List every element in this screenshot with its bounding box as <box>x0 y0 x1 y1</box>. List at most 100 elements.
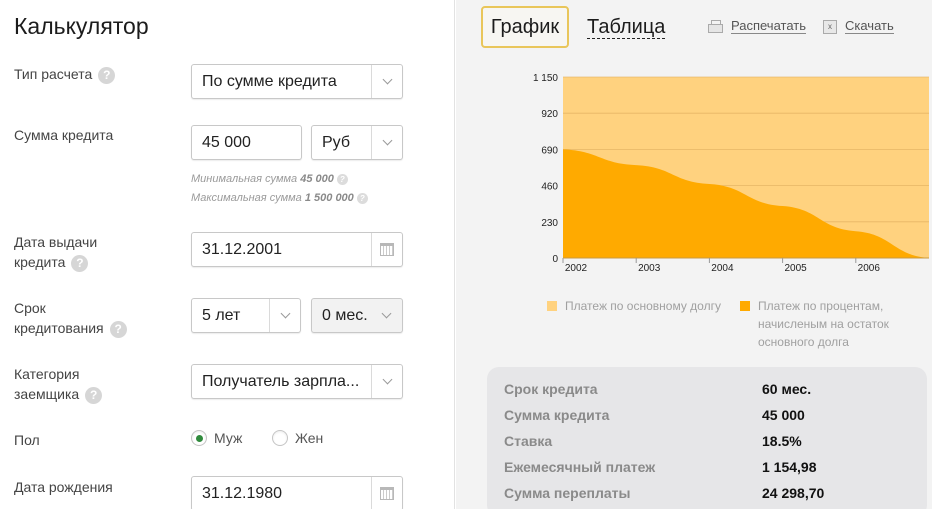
term-months-select[interactable]: 0 мес. <box>311 298 403 333</box>
y-tick-label: 920 <box>541 109 558 120</box>
gender-female-label: Жен <box>295 430 324 446</box>
calendar-icon <box>380 487 394 500</box>
legend-label-principal: Платеж по основному долгу <box>565 299 721 313</box>
summary-row: Сумма переплаты 24 298,70 <box>504 485 824 501</box>
max-amount-value: 1 500 000 <box>304 192 354 204</box>
summary-row: Ставка 18.5% <box>504 433 802 449</box>
help-icon[interactable]: ? <box>98 66 116 84</box>
radio-dot <box>195 434 203 442</box>
term-months-value: 0 мес. <box>322 306 368 324</box>
help-icon[interactable]: ? <box>356 192 368 204</box>
min-amount-text: Минимальная сумма <box>191 173 298 185</box>
loan-summary: Срок кредита 60 мес. Сумма кредита 45 000 … <box>487 367 927 509</box>
loan-calculator-page: Калькулятор Тип расчета? По сумме кредит… <box>0 0 932 509</box>
legend-item-principal: Платеж по основному долгу <box>547 297 721 315</box>
tab-chart[interactable]: График <box>481 6 569 48</box>
summary-label: Сумма кредита <box>504 407 610 423</box>
category-dropdown-button[interactable] <box>371 365 402 398</box>
issue-date-label-line2: кредита <box>14 254 66 270</box>
legend-label-interest-1: Платеж по процентам, <box>758 299 884 313</box>
legend-label-interest-2: начисленым на остаток <box>758 317 889 331</box>
term-years-dropdown-button[interactable] <box>269 299 300 332</box>
gender-male-label: Муж <box>214 430 243 446</box>
results-panel: График Таблица Распечатать x Скачать 0 23… <box>456 0 932 509</box>
print-label: Распечатать <box>731 18 807 34</box>
gender-radio-male[interactable]: Муж <box>191 430 242 446</box>
currency-dropdown-button[interactable] <box>371 126 402 159</box>
issue-date-calendar-button[interactable] <box>371 233 402 266</box>
legend-label-interest-3: основного долга <box>758 335 849 349</box>
y-tick-label: 690 <box>541 145 558 156</box>
legend-swatch-interest <box>740 300 750 311</box>
summary-row: Срок кредита 60 мес. <box>504 381 811 397</box>
summary-value: 24 298,70 <box>762 485 825 501</box>
currency-value: Руб <box>322 133 351 151</box>
max-amount-hint: Максимальная сумма 1 500 000? <box>191 192 368 204</box>
chevron-down-icon <box>382 374 392 385</box>
birth-date-label: Дата рождения <box>14 479 113 495</box>
payment-chart: 0 230 460 690 920 1 150 2002 2003 2004 2005 2006 <box>533 73 929 274</box>
download-link[interactable]: x Скачать <box>823 19 894 34</box>
term-years-select[interactable]: 5 лет <box>191 298 301 333</box>
download-label: Скачать <box>845 18 894 34</box>
max-amount-text: Максимальная сумма <box>191 192 302 204</box>
currency-select[interactable]: Руб <box>311 125 403 160</box>
summary-row: Ежемесячный платеж 1 154,98 <box>504 459 817 475</box>
issue-date-label: Дата выдачи кредита? <box>14 232 97 272</box>
category-value: Получатель зарпла... <box>202 372 360 390</box>
calculator-form: Калькулятор Тип расчета? По сумме кредит… <box>0 0 455 509</box>
summary-label: Срок кредита <box>504 381 598 397</box>
page-title: Калькулятор <box>14 13 149 39</box>
x-tick-label: 2003 <box>638 263 661 274</box>
x-tick-label: 2004 <box>711 263 734 274</box>
issue-date-value: 31.12.2001 <box>202 240 283 258</box>
issue-date-input[interactable]: 31.12.2001 <box>191 232 403 267</box>
summary-value: 60 мес. <box>762 381 812 397</box>
calc-type-label: Тип расчета? <box>14 64 116 84</box>
printer-icon <box>708 20 723 33</box>
legend-item-interest: Платеж по процентам, начисленым на остат… <box>740 297 889 351</box>
help-icon[interactable]: ? <box>85 386 103 404</box>
calc-type-label-text: Тип расчета <box>14 66 93 82</box>
calendar-icon <box>380 243 394 256</box>
gender-radio-female[interactable]: Жен <box>272 430 323 446</box>
birth-date-value: 31.12.1980 <box>202 484 283 502</box>
summary-label: Ставка <box>504 433 553 449</box>
birth-date-input[interactable]: 31.12.1980 <box>191 476 403 509</box>
category-select[interactable]: Получатель зарпла... <box>191 364 403 399</box>
summary-label: Сумма переплаты <box>504 485 631 501</box>
chevron-down-icon <box>382 74 392 85</box>
tab-table[interactable]: Таблица <box>587 6 666 48</box>
calc-type-select[interactable]: По сумме кредита <box>191 64 403 99</box>
help-icon[interactable]: ? <box>71 254 89 272</box>
birth-date-calendar-button[interactable] <box>371 477 402 509</box>
chevron-down-icon <box>280 308 290 319</box>
y-tick-label: 460 <box>541 182 558 193</box>
excel-icon: x <box>823 19 837 34</box>
summary-value: 18.5% <box>762 433 802 449</box>
x-tick-label: 2002 <box>565 263 588 274</box>
category-label-line2: заемщика <box>14 386 80 402</box>
print-link[interactable]: Распечатать <box>708 18 807 34</box>
radio-checked-icon[interactable] <box>191 430 207 446</box>
calc-type-dropdown-button[interactable] <box>371 65 402 98</box>
help-icon[interactable]: ? <box>336 173 348 185</box>
term-years-value: 5 лет <box>202 306 241 324</box>
radio-unchecked-icon[interactable] <box>272 430 288 446</box>
min-amount-hint: Минимальная сумма 45 000? <box>191 173 348 185</box>
y-tick-label: 230 <box>541 218 558 229</box>
summary-value: 45 000 <box>762 407 805 423</box>
min-amount-value: 45 000 <box>300 173 334 185</box>
issue-date-label-line1: Дата выдачи <box>14 234 98 250</box>
tab-chart-label: График <box>490 15 560 38</box>
amount-input[interactable]: 45 000 <box>191 125 302 160</box>
help-icon[interactable]: ? <box>109 320 127 338</box>
chevron-down-icon <box>382 135 392 146</box>
category-label: Категория заемщика? <box>14 364 103 404</box>
y-tick-label: 1 150 <box>533 73 558 84</box>
summary-value: 1 154,98 <box>762 459 817 475</box>
gender-label: Пол <box>14 432 40 448</box>
x-tick-label: 2006 <box>858 263 881 274</box>
term-months-dropdown-button[interactable] <box>371 299 402 332</box>
amount-label: Сумма кредита <box>14 127 114 143</box>
